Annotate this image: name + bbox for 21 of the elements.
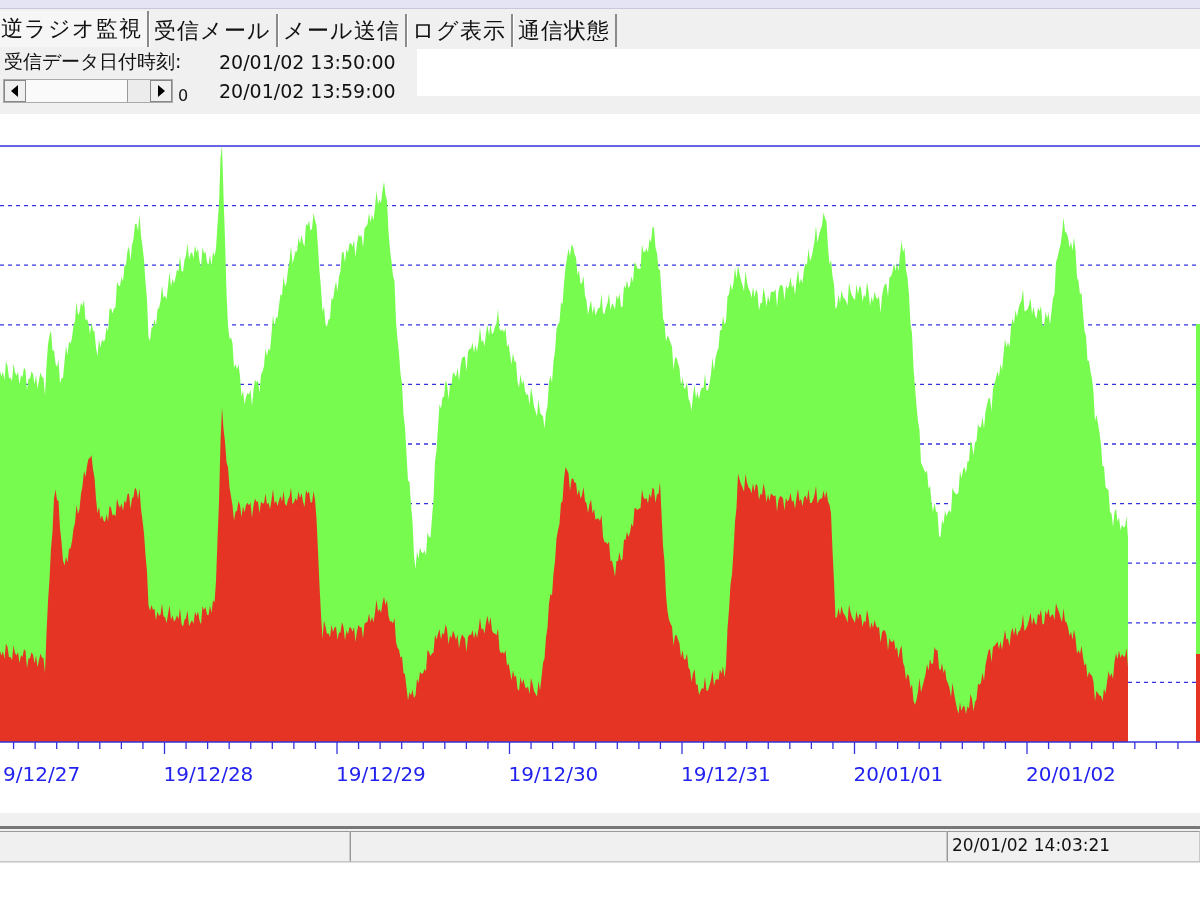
axis-date-label: 20/01/01 (853, 762, 944, 786)
tab[interactable]: メール送信 (278, 14, 407, 47)
tab[interactable]: 受信メール (149, 14, 278, 47)
scroll-thumb[interactable] (127, 80, 150, 102)
tab[interactable]: 通信状態 (513, 14, 617, 47)
axis-date-label: 20/01/02 (1026, 762, 1116, 786)
status-timestamp: 20/01/02 14:03:21 (947, 831, 1200, 862)
axis-date-label: 19/12/28 (163, 762, 254, 786)
axis-date-label: 19/12/31 (681, 762, 771, 786)
axis-date-label: 19/12/29 (336, 762, 426, 786)
scroll-bar[interactable] (3, 79, 173, 103)
left-arrow-icon[interactable] (11, 85, 19, 97)
field-label: 受信データ日付時刻: (3, 49, 183, 74)
start-time: 20/01/02 13:50:00 (218, 51, 397, 73)
tab[interactable]: 逆ラジオ監視 (0, 11, 149, 47)
right-arrow-icon[interactable] (157, 85, 165, 97)
tab[interactable]: ログ表示 (407, 14, 513, 47)
axis-date-label: 19/12/30 (508, 762, 599, 786)
end-time: 20/01/02 13:59:00 (218, 80, 397, 102)
scroll-value: 0 (178, 86, 189, 105)
axis-date-label: 9/12/27 (3, 762, 81, 786)
